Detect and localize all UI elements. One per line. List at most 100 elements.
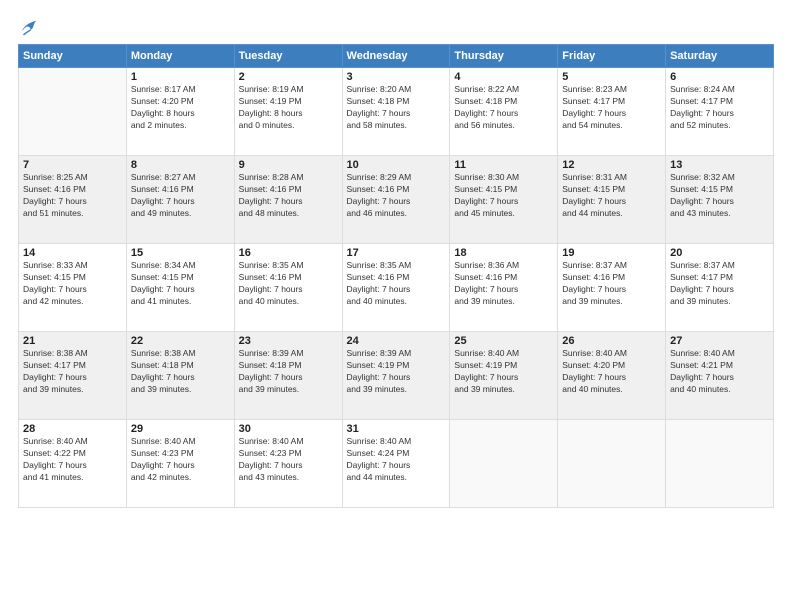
day-info: Sunrise: 8:33 AM Sunset: 4:15 PM Dayligh… <box>23 260 122 308</box>
weekday-header: Monday <box>126 45 234 68</box>
calendar-cell: 5Sunrise: 8:23 AM Sunset: 4:17 PM Daylig… <box>558 68 666 156</box>
page: SundayMondayTuesdayWednesdayThursdayFrid… <box>0 0 792 612</box>
day-info: Sunrise: 8:29 AM Sunset: 4:16 PM Dayligh… <box>347 172 446 220</box>
day-info: Sunrise: 8:40 AM Sunset: 4:21 PM Dayligh… <box>670 348 769 396</box>
day-number: 1 <box>131 71 230 83</box>
weekday-header: Tuesday <box>234 45 342 68</box>
calendar-cell: 14Sunrise: 8:33 AM Sunset: 4:15 PM Dayli… <box>19 244 127 332</box>
day-number: 8 <box>131 159 230 171</box>
calendar-table: SundayMondayTuesdayWednesdayThursdayFrid… <box>18 44 774 508</box>
day-number: 24 <box>347 335 446 347</box>
day-info: Sunrise: 8:34 AM Sunset: 4:15 PM Dayligh… <box>131 260 230 308</box>
day-number: 18 <box>454 247 553 259</box>
day-info: Sunrise: 8:40 AM Sunset: 4:23 PM Dayligh… <box>239 436 338 484</box>
day-info: Sunrise: 8:28 AM Sunset: 4:16 PM Dayligh… <box>239 172 338 220</box>
calendar-cell: 13Sunrise: 8:32 AM Sunset: 4:15 PM Dayli… <box>666 156 774 244</box>
day-info: Sunrise: 8:39 AM Sunset: 4:19 PM Dayligh… <box>347 348 446 396</box>
calendar-week-row: 14Sunrise: 8:33 AM Sunset: 4:15 PM Dayli… <box>19 244 774 332</box>
day-number: 30 <box>239 423 338 435</box>
day-number: 12 <box>562 159 661 171</box>
header <box>18 18 774 36</box>
calendar-cell: 18Sunrise: 8:36 AM Sunset: 4:16 PM Dayli… <box>450 244 558 332</box>
calendar-cell: 3Sunrise: 8:20 AM Sunset: 4:18 PM Daylig… <box>342 68 450 156</box>
day-info: Sunrise: 8:37 AM Sunset: 4:17 PM Dayligh… <box>670 260 769 308</box>
day-info: Sunrise: 8:17 AM Sunset: 4:20 PM Dayligh… <box>131 84 230 132</box>
weekday-header-row: SundayMondayTuesdayWednesdayThursdayFrid… <box>19 45 774 68</box>
day-number: 16 <box>239 247 338 259</box>
calendar-cell <box>558 420 666 508</box>
day-number: 7 <box>23 159 122 171</box>
day-number: 3 <box>347 71 446 83</box>
calendar-cell: 23Sunrise: 8:39 AM Sunset: 4:18 PM Dayli… <box>234 332 342 420</box>
weekday-header: Sunday <box>19 45 127 68</box>
day-info: Sunrise: 8:24 AM Sunset: 4:17 PM Dayligh… <box>670 84 769 132</box>
calendar-cell <box>450 420 558 508</box>
calendar-cell: 12Sunrise: 8:31 AM Sunset: 4:15 PM Dayli… <box>558 156 666 244</box>
calendar-cell: 15Sunrise: 8:34 AM Sunset: 4:15 PM Dayli… <box>126 244 234 332</box>
day-info: Sunrise: 8:22 AM Sunset: 4:18 PM Dayligh… <box>454 84 553 132</box>
day-info: Sunrise: 8:40 AM Sunset: 4:19 PM Dayligh… <box>454 348 553 396</box>
calendar-week-row: 7Sunrise: 8:25 AM Sunset: 4:16 PM Daylig… <box>19 156 774 244</box>
calendar-cell <box>666 420 774 508</box>
day-number: 13 <box>670 159 769 171</box>
calendar-week-row: 21Sunrise: 8:38 AM Sunset: 4:17 PM Dayli… <box>19 332 774 420</box>
day-number: 31 <box>347 423 446 435</box>
calendar-cell: 4Sunrise: 8:22 AM Sunset: 4:18 PM Daylig… <box>450 68 558 156</box>
calendar-cell: 28Sunrise: 8:40 AM Sunset: 4:22 PM Dayli… <box>19 420 127 508</box>
calendar-cell: 7Sunrise: 8:25 AM Sunset: 4:16 PM Daylig… <box>19 156 127 244</box>
day-info: Sunrise: 8:37 AM Sunset: 4:16 PM Dayligh… <box>562 260 661 308</box>
day-number: 5 <box>562 71 661 83</box>
day-number: 6 <box>670 71 769 83</box>
day-info: Sunrise: 8:32 AM Sunset: 4:15 PM Dayligh… <box>670 172 769 220</box>
day-number: 9 <box>239 159 338 171</box>
weekday-header: Wednesday <box>342 45 450 68</box>
calendar-cell: 19Sunrise: 8:37 AM Sunset: 4:16 PM Dayli… <box>558 244 666 332</box>
calendar-cell: 22Sunrise: 8:38 AM Sunset: 4:18 PM Dayli… <box>126 332 234 420</box>
calendar-cell: 27Sunrise: 8:40 AM Sunset: 4:21 PM Dayli… <box>666 332 774 420</box>
calendar-cell: 8Sunrise: 8:27 AM Sunset: 4:16 PM Daylig… <box>126 156 234 244</box>
calendar-cell: 16Sunrise: 8:35 AM Sunset: 4:16 PM Dayli… <box>234 244 342 332</box>
logo <box>18 18 38 36</box>
day-info: Sunrise: 8:25 AM Sunset: 4:16 PM Dayligh… <box>23 172 122 220</box>
calendar-cell: 6Sunrise: 8:24 AM Sunset: 4:17 PM Daylig… <box>666 68 774 156</box>
day-number: 11 <box>454 159 553 171</box>
calendar-cell: 21Sunrise: 8:38 AM Sunset: 4:17 PM Dayli… <box>19 332 127 420</box>
day-number: 10 <box>347 159 446 171</box>
day-info: Sunrise: 8:30 AM Sunset: 4:15 PM Dayligh… <box>454 172 553 220</box>
day-number: 27 <box>670 335 769 347</box>
day-info: Sunrise: 8:35 AM Sunset: 4:16 PM Dayligh… <box>347 260 446 308</box>
day-number: 17 <box>347 247 446 259</box>
day-info: Sunrise: 8:38 AM Sunset: 4:18 PM Dayligh… <box>131 348 230 396</box>
day-number: 26 <box>562 335 661 347</box>
day-info: Sunrise: 8:40 AM Sunset: 4:20 PM Dayligh… <box>562 348 661 396</box>
day-number: 21 <box>23 335 122 347</box>
calendar-cell: 31Sunrise: 8:40 AM Sunset: 4:24 PM Dayli… <box>342 420 450 508</box>
calendar-cell: 17Sunrise: 8:35 AM Sunset: 4:16 PM Dayli… <box>342 244 450 332</box>
weekday-header: Thursday <box>450 45 558 68</box>
day-number: 22 <box>131 335 230 347</box>
day-number: 2 <box>239 71 338 83</box>
calendar-week-row: 28Sunrise: 8:40 AM Sunset: 4:22 PM Dayli… <box>19 420 774 508</box>
weekday-header: Friday <box>558 45 666 68</box>
calendar-cell: 9Sunrise: 8:28 AM Sunset: 4:16 PM Daylig… <box>234 156 342 244</box>
calendar-week-row: 1Sunrise: 8:17 AM Sunset: 4:20 PM Daylig… <box>19 68 774 156</box>
day-number: 15 <box>131 247 230 259</box>
calendar-cell: 20Sunrise: 8:37 AM Sunset: 4:17 PM Dayli… <box>666 244 774 332</box>
calendar-cell <box>19 68 127 156</box>
weekday-header: Saturday <box>666 45 774 68</box>
calendar-cell: 24Sunrise: 8:39 AM Sunset: 4:19 PM Dayli… <box>342 332 450 420</box>
day-number: 4 <box>454 71 553 83</box>
calendar-cell: 29Sunrise: 8:40 AM Sunset: 4:23 PM Dayli… <box>126 420 234 508</box>
day-number: 25 <box>454 335 553 347</box>
day-info: Sunrise: 8:38 AM Sunset: 4:17 PM Dayligh… <box>23 348 122 396</box>
day-info: Sunrise: 8:40 AM Sunset: 4:23 PM Dayligh… <box>131 436 230 484</box>
day-info: Sunrise: 8:40 AM Sunset: 4:24 PM Dayligh… <box>347 436 446 484</box>
day-info: Sunrise: 8:35 AM Sunset: 4:16 PM Dayligh… <box>239 260 338 308</box>
day-number: 28 <box>23 423 122 435</box>
day-number: 20 <box>670 247 769 259</box>
day-info: Sunrise: 8:39 AM Sunset: 4:18 PM Dayligh… <box>239 348 338 396</box>
day-number: 23 <box>239 335 338 347</box>
calendar-cell: 2Sunrise: 8:19 AM Sunset: 4:19 PM Daylig… <box>234 68 342 156</box>
calendar-cell: 25Sunrise: 8:40 AM Sunset: 4:19 PM Dayli… <box>450 332 558 420</box>
day-info: Sunrise: 8:36 AM Sunset: 4:16 PM Dayligh… <box>454 260 553 308</box>
